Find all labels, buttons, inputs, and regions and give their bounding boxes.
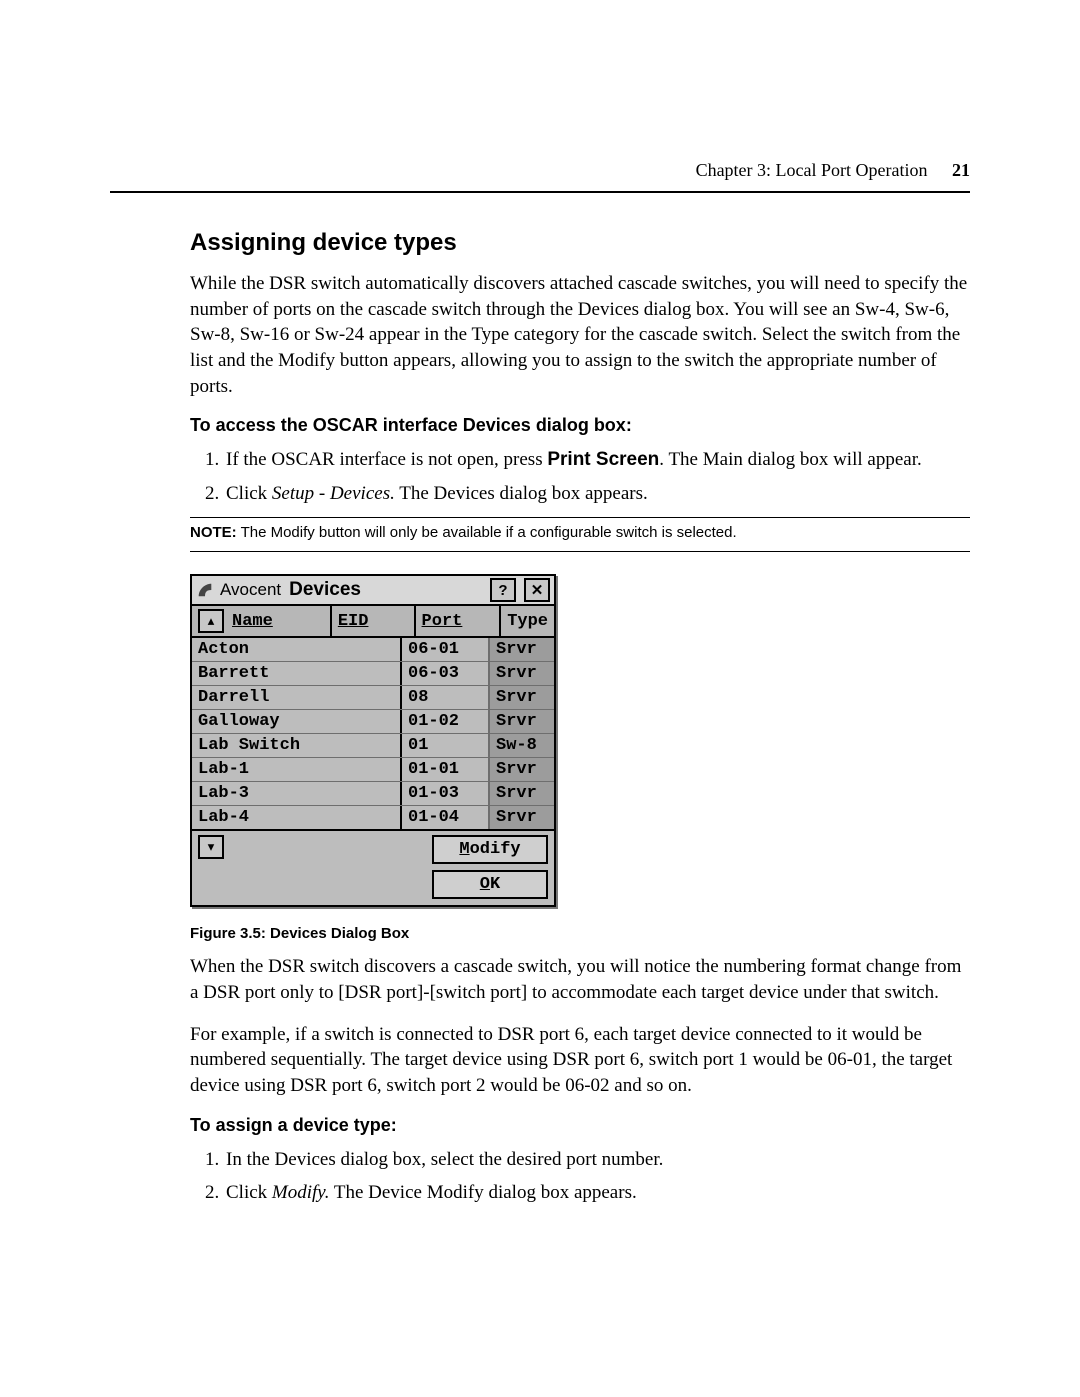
step-1-bold: Print Screen [547,449,659,470]
note-rule-bottom [190,551,970,552]
step-1b: . The Main dialog box will appear. [659,449,921,470]
note-rule-top [190,517,970,518]
cell-type: Srvr [490,662,554,685]
cell-name: Acton [192,638,402,661]
section-heading: Assigning device types [190,229,970,257]
dialog-footer: ▾ Modify OK [192,829,554,905]
sort-button[interactable]: ▴ [198,609,224,633]
cell-name: Lab Switch [192,734,402,757]
dialog-titlebar: Avocent Devices ? ✕ [192,576,554,606]
name-header-label: Name [232,612,273,631]
assign-step-2a: Click [226,1182,272,1203]
list-item[interactable]: Galloway 01-02 Srvr [192,710,554,734]
note: NOTE: The Modify button will only be ava… [190,524,970,541]
chapter-label: Chapter 3: Local Port Operation [696,160,928,180]
cell-port: 01 [402,734,490,757]
cell-type: Srvr [490,638,554,661]
cell-port: 01-03 [402,782,490,805]
cell-type: Srvr [490,686,554,709]
port-header-label: Port [422,612,463,631]
devices-dialog: Avocent Devices ? ✕ ▴ Name EID [190,574,556,907]
chevron-down-icon: ▾ [206,837,216,858]
type-header: Type [501,606,554,636]
cell-port: 01-01 [402,758,490,781]
post-paragraph-2: For example, if a switch is connected to… [190,1022,970,1099]
cell-name: Barrett [192,662,402,685]
dialog-brand: Avocent [220,580,281,600]
header-rule [110,191,970,193]
access-subheading: To access the OSCAR interface Devices di… [190,415,970,436]
help-button[interactable]: ? [490,578,516,602]
column-headers: ▴ Name EID Port Type [192,606,554,638]
list-item[interactable]: Lab Switch 01 Sw-8 [192,734,554,758]
note-label: NOTE: [190,524,237,541]
dialog-name: Devices [287,579,361,601]
cell-type: Srvr [490,782,554,805]
chevron-up-icon: ▴ [206,611,216,632]
assign-step-2b: The Device Modify dialog box appears. [329,1182,636,1203]
assign-steps: In the Devices dialog box, select the de… [190,1146,970,1207]
list-item[interactable]: Lab-1 01-01 Srvr [192,758,554,782]
cell-port: 06-01 [402,638,490,661]
assign-step-1: In the Devices dialog box, select the de… [224,1146,970,1174]
note-text: The Modify button will only be available… [237,524,737,541]
cell-name: Lab-3 [192,782,402,805]
ok-rest: K [490,875,500,894]
cell-port: 06-03 [402,662,490,685]
step-2a: Click [226,483,272,504]
close-icon: ✕ [531,581,544,599]
step-2-italic: Setup - Devices. [272,483,395,504]
step-1a: If the OSCAR interface is not open, pres… [226,449,547,470]
step-2: Click Setup - Devices. The Devices dialo… [224,480,970,508]
eid-header-label: EID [338,612,369,631]
page: Chapter 3: Local Port Operation 21 Assig… [0,0,1080,1397]
dialog-buttons: Modify OK [432,835,548,899]
help-icon: ? [498,582,507,599]
scroll-controls: ▾ [198,835,224,859]
cell-name: Lab-4 [192,806,402,829]
list-item[interactable]: Barrett 06-03 Srvr [192,662,554,686]
intro-paragraph: While the DSR switch automatically disco… [190,271,970,399]
list-item[interactable]: Acton 06-01 Srvr [192,638,554,662]
cell-port: 08 [402,686,490,709]
name-header[interactable]: ▴ Name [192,606,332,636]
post-paragraph-1: When the DSR switch discovers a cascade … [190,954,970,1005]
cell-type: Srvr [490,710,554,733]
cell-name: Darrell [192,686,402,709]
modify-rest: odify [470,840,521,859]
list-item[interactable]: Darrell 08 Srvr [192,686,554,710]
step-2b: The Devices dialog box appears. [395,483,648,504]
page-number: 21 [952,160,970,180]
device-list: Acton 06-01 Srvr Barrett 06-03 Srvr Darr… [192,638,554,829]
cell-type: Sw-8 [490,734,554,757]
content-area: Assigning device types While the DSR swi… [110,229,970,1207]
cell-type: Srvr [490,758,554,781]
port-header[interactable]: Port [416,606,502,636]
access-steps: If the OSCAR interface is not open, pres… [190,446,970,507]
assign-subheading: To assign a device type: [190,1115,970,1136]
running-header: Chapter 3: Local Port Operation 21 [110,70,970,181]
assign-step-2-italic: Modify. [272,1182,330,1203]
avocent-logo-icon [196,581,214,599]
cell-name: Lab-1 [192,758,402,781]
figure-caption: Figure 3.5: Devices Dialog Box [190,925,970,942]
modify-accel: M [459,840,469,859]
list-item[interactable]: Lab-4 01-04 Srvr [192,806,554,829]
cell-name: Galloway [192,710,402,733]
step-1: If the OSCAR interface is not open, pres… [224,446,970,474]
cell-type: Srvr [490,806,554,829]
list-item[interactable]: Lab-3 01-03 Srvr [192,782,554,806]
assign-step-2: Click Modify. The Device Modify dialog b… [224,1179,970,1207]
scroll-down-button[interactable]: ▾ [198,835,224,859]
cell-port: 01-04 [402,806,490,829]
type-header-label: Type [507,612,548,631]
ok-button[interactable]: OK [432,870,548,899]
close-button[interactable]: ✕ [524,578,550,602]
ok-accel: O [480,875,490,894]
dialog-figure: Avocent Devices ? ✕ ▴ Name EID [190,574,970,907]
cell-port: 01-02 [402,710,490,733]
modify-button[interactable]: Modify [432,835,548,864]
eid-header[interactable]: EID [332,606,416,636]
